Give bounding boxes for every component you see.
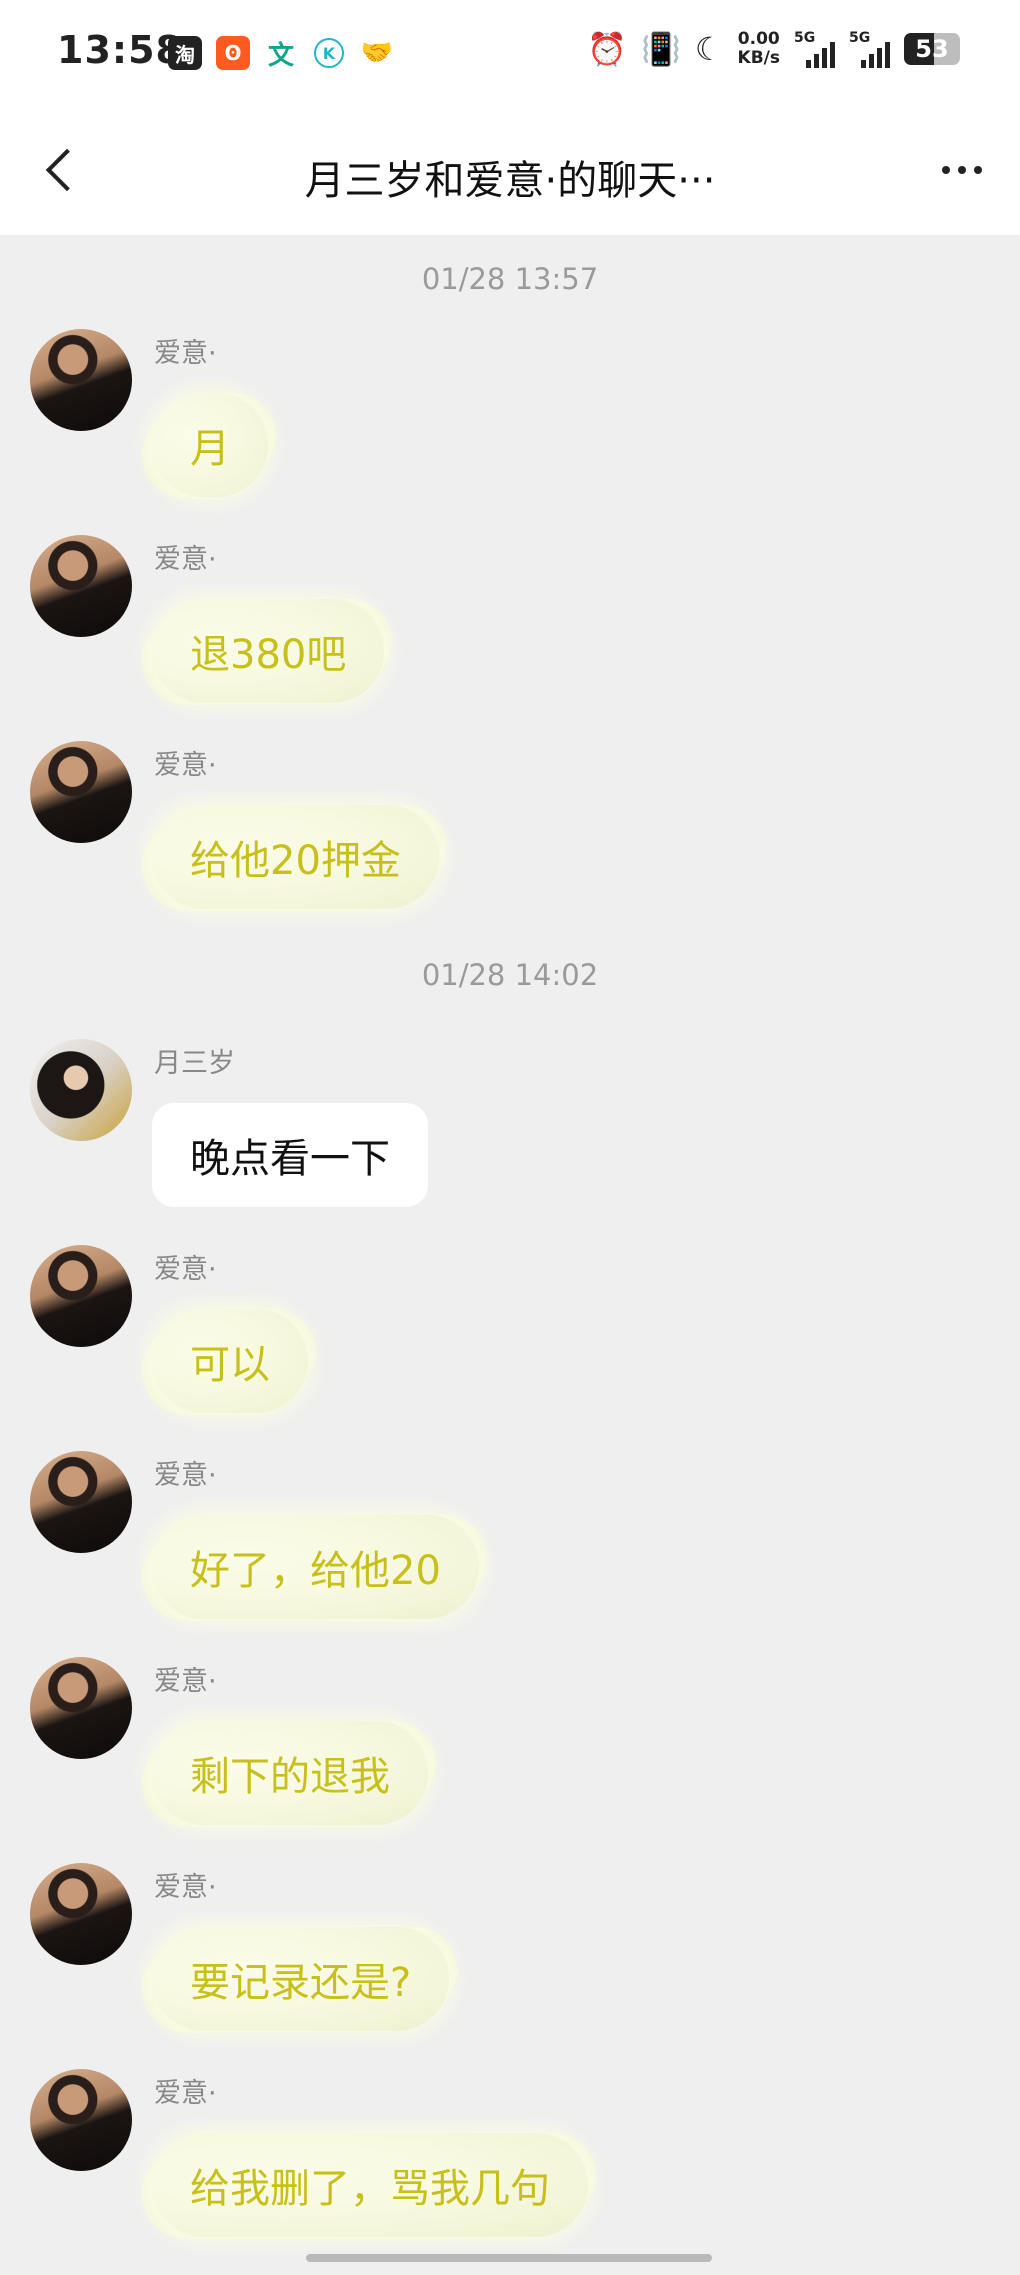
avatar[interactable] bbox=[30, 2069, 132, 2171]
status-time: 13:58 bbox=[57, 28, 183, 72]
net-speed-unit: KB/s bbox=[737, 48, 780, 68]
message-row: 爱意· 给我删了，骂我几句 bbox=[0, 2069, 1020, 2275]
net-speed-value: 0.00 bbox=[737, 29, 780, 49]
battery-icon: 53 bbox=[904, 33, 960, 65]
signal-icon: 5G bbox=[794, 30, 835, 68]
message-bubble[interactable]: 月 bbox=[152, 393, 268, 497]
message-bubble[interactable]: 可以 bbox=[152, 1309, 308, 1413]
message-row: 爱意· 剩下的退我 bbox=[0, 1657, 1020, 1863]
timestamp: 01/28 14:02 bbox=[421, 958, 599, 992]
sender-name: 爱意· bbox=[154, 338, 217, 369]
k-app-glyph: K bbox=[314, 38, 344, 68]
message-row: 爱意· 月 bbox=[0, 329, 1020, 535]
message-row: 爱意· 要记录还是? bbox=[0, 1863, 1020, 2069]
more-options-icon[interactable] bbox=[932, 150, 992, 190]
message-row: 爱意· 可以 bbox=[0, 1245, 1020, 1451]
system-icons: ⏰ 📳 ☾ 0.00 KB/s 5G 5G 53 bbox=[587, 30, 960, 68]
back-icon[interactable] bbox=[32, 140, 92, 200]
sender-name: 爱意· bbox=[154, 544, 217, 575]
k-app-icon: K bbox=[312, 36, 346, 70]
message-bubble[interactable]: 好了，给他20 bbox=[152, 1515, 479, 1619]
moon-icon: ☾ bbox=[694, 30, 724, 68]
message-bubble[interactable]: 退380吧 bbox=[152, 599, 385, 703]
page-title: 月三岁和爱意·的聊天··· bbox=[304, 158, 716, 204]
message-bubble[interactable]: 给他20押金 bbox=[152, 805, 439, 909]
home-indicator[interactable] bbox=[306, 2254, 712, 2262]
message-bubble[interactable]: 晚点看一下 bbox=[152, 1103, 428, 1207]
avatar[interactable] bbox=[30, 535, 132, 637]
message-row: 月三岁 晚点看一下 bbox=[0, 1039, 1020, 1245]
message-row: 爱意· 好了，给他20 bbox=[0, 1451, 1020, 1657]
avatar[interactable] bbox=[30, 1657, 132, 1759]
message-row: 爱意· 退380吧 bbox=[0, 535, 1020, 741]
avatar[interactable] bbox=[30, 1245, 132, 1347]
handshake-icon: 🤝 bbox=[360, 38, 394, 68]
message-row: 爱意· 给他20押金 bbox=[0, 741, 1020, 947]
wen-icon: 文 bbox=[267, 40, 294, 71]
message-bubble[interactable]: 要记录还是? bbox=[152, 1927, 450, 2031]
sender-name: 爱意· bbox=[154, 2078, 217, 2109]
net-speed: 0.00 KB/s bbox=[738, 30, 780, 68]
timestamp: 01/28 13:57 bbox=[421, 262, 599, 296]
sender-name: 爱意· bbox=[154, 750, 217, 781]
alarm-icon: ⏰ bbox=[587, 30, 627, 68]
avatar[interactable] bbox=[30, 329, 132, 431]
status-bar: 13:58 淘 ʘ 文 K 🤝 ⏰ 📳 ☾ 0.00 KB/s 5G 5G 53 bbox=[0, 0, 1020, 110]
chat-history[interactable]: 01/28 13:57 爱意· 月 爱意· 退380吧 爱意· 给他20押金 0… bbox=[0, 235, 1020, 2275]
message-bubble[interactable]: 给我删了，骂我几句 bbox=[152, 2133, 588, 2237]
sender-name: 月三岁 bbox=[154, 1048, 235, 1079]
sender-name: 爱意· bbox=[154, 1460, 217, 1491]
nav-bar: 月三岁和爱意·的聊天··· bbox=[0, 110, 1020, 235]
vibrate-icon: 📳 bbox=[641, 30, 681, 68]
sender-name: 爱意· bbox=[154, 1872, 217, 1903]
taobao-icon: 淘 bbox=[168, 36, 202, 70]
kuaishou-icon: ʘ bbox=[216, 36, 250, 70]
notification-icons: 淘 ʘ 文 K 🤝 bbox=[168, 36, 394, 71]
battery-level: 53 bbox=[915, 35, 949, 63]
signal-label-2: 5G bbox=[849, 30, 871, 46]
message-bubble[interactable]: 剩下的退我 bbox=[152, 1721, 428, 1825]
avatar[interactable] bbox=[30, 1863, 132, 1965]
avatar[interactable] bbox=[30, 1451, 132, 1553]
avatar[interactable] bbox=[30, 741, 132, 843]
signal-label: 5G bbox=[794, 30, 816, 46]
sender-name: 爱意· bbox=[154, 1254, 217, 1285]
sender-name: 爱意· bbox=[154, 1666, 217, 1697]
avatar[interactable] bbox=[30, 1039, 132, 1141]
signal-icon-2: 5G bbox=[849, 30, 890, 68]
